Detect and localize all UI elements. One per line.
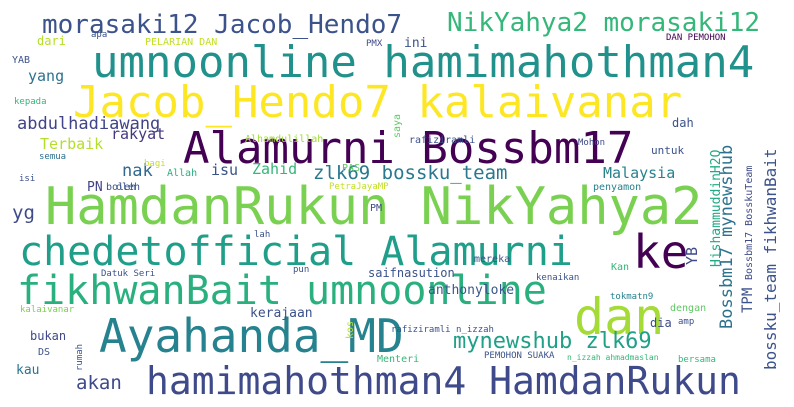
cloud-word: PELARIAN DAN: [145, 37, 217, 48]
cloud-word: boleh: [106, 182, 136, 193]
cloud-word: bossku_team fikhwanBait: [761, 148, 780, 370]
cloud-word: kau: [16, 363, 39, 378]
word-cloud-canvas: morasaki12 Jacob_Hendo7 NikYahya2 morasak…: [0, 0, 794, 407]
cloud-word: DAN PEMOHON: [666, 33, 726, 43]
cloud-word: TPM: [740, 288, 756, 313]
cloud-word: Allah: [167, 168, 197, 179]
cloud-word: anthonyloke: [428, 283, 514, 298]
cloud-word: dari: [37, 34, 66, 48]
cloud-word: Datuk Seri: [101, 269, 155, 279]
cloud-word: n_izzah ahmadmaslan: [567, 353, 659, 362]
cloud-word: akan: [76, 372, 122, 394]
cloud-word: yg: [12, 202, 35, 224]
cloud-word: YB: [683, 247, 701, 265]
cloud-word: bagi: [144, 159, 166, 169]
cloud-word: amp: [678, 317, 694, 327]
cloud-word: bukan: [30, 329, 66, 343]
cloud-word: Kan: [611, 262, 629, 273]
cloud-word: rumah: [75, 344, 85, 371]
cloud-word: Malaysia: [603, 164, 675, 182]
cloud-word: mereka: [474, 254, 510, 265]
cloud-word: isi: [19, 174, 35, 184]
word-cloud: morasaki12 Jacob_Hendo7 NikYahya2 morasak…: [12, 8, 780, 403]
cloud-word: kenaikan: [536, 273, 579, 283]
cloud-word: Menteri: [377, 354, 419, 365]
cloud-word: lah: [254, 230, 270, 240]
cloud-word: pun: [293, 265, 309, 275]
cloud-word: saifnasution: [368, 266, 455, 280]
cloud-word: ini: [404, 36, 427, 51]
cloud-word: PM: [370, 203, 382, 214]
cloud-word: Mohon: [578, 138, 605, 148]
cloud-word: Alhamdulillah: [245, 134, 323, 145]
cloud-word: saya: [392, 114, 403, 138]
cloud-word: dah: [672, 116, 694, 130]
cloud-word: PetraJayaMP: [329, 182, 389, 192]
cloud-word: PN: [87, 180, 103, 195]
cloud-word: tokmatn9: [610, 292, 653, 302]
cloud-word: HishammuddinH2O: [709, 149, 724, 267]
cloud-word: ke: [633, 225, 688, 279]
cloud-word: Zahid: [252, 160, 297, 178]
cloud-word: PEMOHON SUAKA: [484, 351, 555, 361]
cloud-word: PAS: [342, 163, 360, 174]
cloud-word: hamimahothman4 HamdanRukun: [146, 359, 741, 403]
cloud-word: DS: [38, 347, 50, 358]
cloud-word: kalaivanar: [20, 305, 75, 315]
cloud-word: rakyat: [111, 125, 165, 143]
cloud-word: rafiziramli: [409, 135, 475, 146]
cloud-word: yang: [28, 67, 64, 85]
cloud-word: dengan: [670, 303, 706, 314]
cloud-word: kepada: [14, 97, 47, 107]
cloud-word: semua: [39, 152, 66, 162]
cloud-word: Terbaik: [40, 135, 103, 153]
cloud-word: YAB: [12, 55, 30, 66]
cloud-word: dia: [650, 316, 672, 330]
cloud-word: untuk: [651, 144, 684, 157]
cloud-word: kerajaan: [250, 306, 313, 321]
cloud-word: bersama: [678, 355, 716, 365]
cloud-word: PMX: [366, 39, 383, 49]
cloud-word: apa: [91, 30, 107, 40]
cloud-word: Bossbm17 BosskuTeam: [744, 166, 755, 280]
cloud-word: isu: [211, 161, 238, 179]
cloud-word: kos: [345, 321, 356, 339]
cloud-word: rafiziramli n_izzah: [391, 325, 494, 335]
cloud-word: Jacob_Hendo7 kalaivanar: [73, 77, 682, 128]
cloud-word: penyamon: [593, 182, 641, 193]
